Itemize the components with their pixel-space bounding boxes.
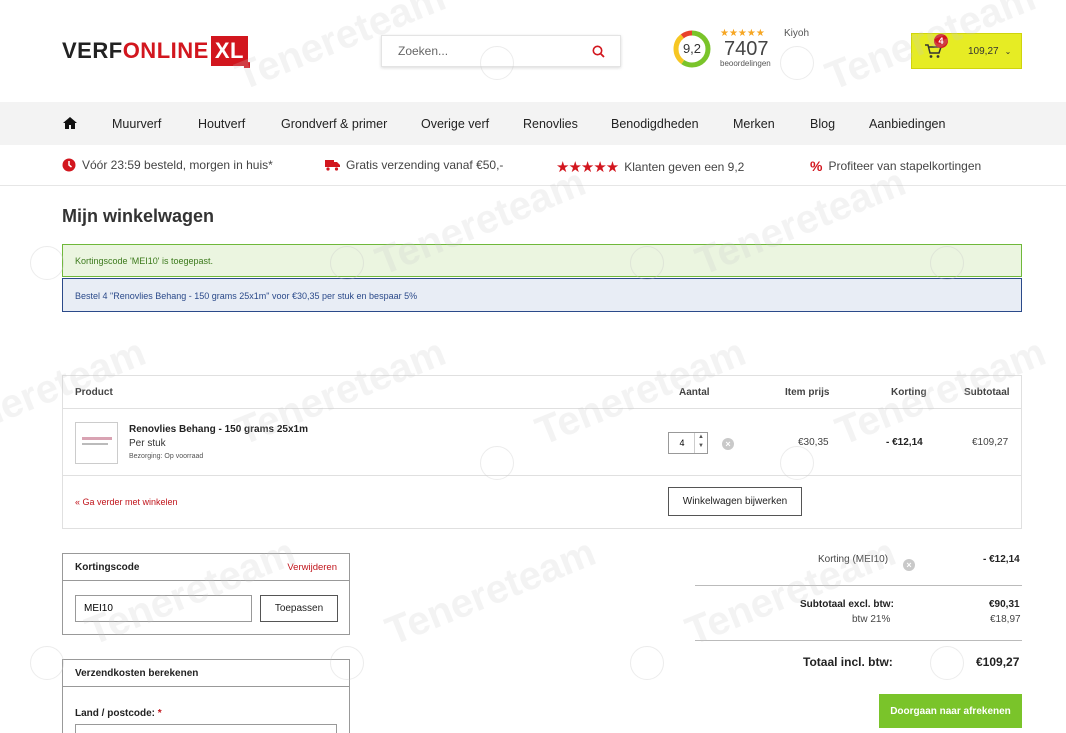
clock-icon [62,158,76,172]
checkout-button[interactable]: Doorgaan naar afrekenen [879,694,1022,728]
page-title: Mijn winkelwagen [62,206,215,226]
watermark-seal-icon [930,646,964,680]
watermark-seal-icon [30,246,64,280]
table-row: Renovlies Behang - 150 grams 25x1m Per s… [63,410,1021,476]
shipping-box-header: Verzendkosten berekenen [63,660,349,687]
product-thumbnail[interactable] [75,422,118,464]
nav-item-overige-verf[interactable]: Overige verf [421,117,489,131]
watermark-seal-icon [30,646,64,680]
coupon-applied-alert: Kortingscode 'MEI10' is toegepast. [62,244,1022,277]
total-value: €109,27 [976,655,1020,669]
coupon-box: Kortingscode Verwijderen Toepassen [62,553,350,635]
bulk-discount-info-alert: Bestel 4 "Renovlies Behang - 150 grams 2… [62,278,1022,312]
watermark-text: Tenereteam [679,530,902,654]
cart-button[interactable]: 4 109,27 ⌄ [911,33,1022,69]
usp-delivery-text: Vóór 23:59 besteld, morgen in huis* [82,158,273,172]
vat-value: €18,97 [990,614,1021,625]
totals-divider [695,585,1022,586]
product-name[interactable]: Renovlies Behang - 150 grams 25x1m [129,424,308,435]
nav-item-muurverf[interactable]: Muurverf [112,117,161,131]
cart-count-badge: 4 [934,34,948,48]
rating-score: 9,2 [682,41,702,56]
search-input[interactable] [382,36,584,66]
item-subtotal: €109,27 [972,437,1009,448]
site-header: VERF ONLINE XL 9,2 ★★★★★ Kiyoh 7407 beoo… [0,0,1066,102]
nav-item-blog[interactable]: Blog [810,117,835,131]
item-price: €30,35 [798,437,829,448]
quantity-spinner[interactable]: ▲ ▼ [694,433,707,453]
nav-item-merken[interactable]: Merken [733,117,775,131]
product-unit: Per stuk [129,438,166,449]
vat-label: btw 21% [852,614,891,625]
nav-item-aanbiedingen[interactable]: Aanbiedingen [869,117,945,131]
watermark-text: Tenereteam [379,530,602,654]
header-subtotal: Subtotaal [964,387,1010,398]
subtotal-label: Subtotaal excl. btw: [800,599,894,610]
usp-rating: ★★★★★ Klanten geven een 9,2 [556,158,744,176]
usp-discount: % Profiteer van stapelkortingen [810,158,981,174]
nav-item-houtverf[interactable]: Houtverf [198,117,245,131]
percent-icon: % [810,158,823,174]
subtotal-value: €90,31 [989,599,1020,610]
main-navigation: Muurverf Houtverf Grondverf & primer Ove… [0,102,1066,145]
watermark-seal-icon [630,646,664,680]
logo-text-online: ONLINE [122,38,209,63]
chevron-down-icon: ⌄ [1004,46,1012,56]
country-postcode-label: Land / postcode: * [75,708,162,719]
usp-shipping: Gratis verzending vanaf €50,- [325,158,503,172]
country-postcode-field[interactable] [75,724,337,733]
site-logo[interactable]: VERF ONLINE XL [62,36,251,68]
truck-icon [325,159,340,171]
nav-item-renovlies[interactable]: Renovlies [523,117,578,131]
apply-coupon-button[interactable]: Toepassen [260,595,338,622]
continue-shopping-link[interactable]: « Ga verder met winkelen [75,497,178,507]
header-product: Product [75,387,113,398]
home-icon[interactable] [62,116,78,130]
item-discount: - €12,14 [886,437,923,448]
search-icon[interactable] [584,37,612,65]
rating-provider: Kiyoh [784,28,810,39]
total-label: Totaal incl. btw: [803,655,893,669]
coupon-box-header: Kortingscode Verwijderen [63,554,349,581]
logo-text-xl: XL [210,36,251,68]
discount-label: Korting (MEI10) [818,554,889,565]
nav-item-grondverf-primer[interactable]: Grondverf & primer [281,117,387,131]
coupon-title: Kortingscode [75,562,140,573]
usp-shipping-text: Gratis verzending vanaf €50,- [346,158,504,172]
cart-table: Product Aantal Item prijs Korting Subtot… [62,375,1022,529]
product-delivery-status: Bezorging: Op voorraad [129,453,204,460]
usp-rating-text: Klanten geven een 9,2 [624,160,745,174]
search-box [381,35,621,67]
stars-icon: ★★★★★ [556,159,619,176]
header-quantity: Aantal [679,387,710,398]
nav-item-benodigdheden[interactable]: Benodigdheden [611,117,699,131]
cart-table-header: Product Aantal Item prijs Korting Subtot… [63,376,1021,409]
header-item-price: Item prijs [785,387,830,398]
header-discount: Korting [891,387,927,398]
cart-amount: 109,27 [968,45,999,57]
cart-icon: 4 [924,34,948,59]
rating-count-label: beoordelingen [720,59,771,68]
remove-coupon-link[interactable]: Verwijderen [287,562,337,573]
totals-divider-2 [695,640,1022,641]
rating-count: 7407 [724,38,769,60]
discount-value: - €12,14 [983,554,1020,565]
usp-delivery: Vóór 23:59 besteld, morgen in huis* [62,158,273,172]
kiyoh-rating-widget[interactable]: 9,2 ★★★★★ Kiyoh 7407 beoordelingen [672,28,822,72]
quantity-input[interactable] [669,433,695,453]
remove-discount-icon[interactable]: × [903,559,915,571]
usp-bar: Vóór 23:59 besteld, morgen in huis* Grat… [0,145,1066,186]
coupon-code-input[interactable] [75,595,252,622]
update-cart-button[interactable]: Winkelwagen bijwerken [668,487,802,516]
quantity-stepper[interactable]: ▲▼ [668,432,708,454]
shipping-title: Verzendkosten berekenen [75,668,199,679]
shipping-calculator-box: Verzendkosten berekenen Land / postcode:… [62,659,350,733]
usp-discount-text: Profiteer van stapelkortingen [828,159,982,173]
logo-text-verf: VERF [62,38,123,63]
remove-item-icon[interactable]: × [722,438,734,450]
